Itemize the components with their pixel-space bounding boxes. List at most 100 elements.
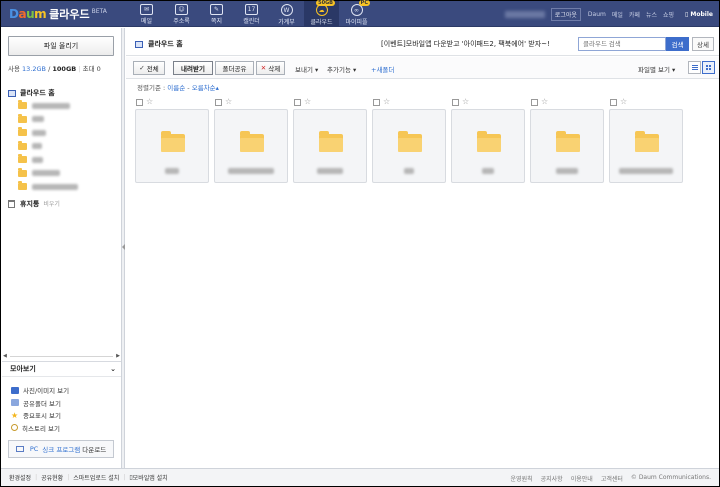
trash-item[interactable]: 휴지통 비우기 [8, 197, 118, 211]
tree-folder[interactable] [8, 126, 118, 140]
tree-folder[interactable] [8, 153, 118, 167]
collection-list: 사진/이미지 보기 공유폴더 보기 ★ 중요표시 보기 히스토리 보기 [2, 377, 121, 434]
nav-mypeople[interactable]: PC ∞ 마이피플 [339, 0, 374, 27]
search-button[interactable]: 검색 [666, 37, 689, 51]
sidebar-splitter[interactable] [122, 28, 125, 468]
delete-button[interactable]: ✕ 삭제 [256, 61, 285, 75]
nav-memo[interactable]: ✎ 쪽지 [199, 1, 234, 27]
folder-thumbnail[interactable] [214, 109, 288, 183]
trash-icon [8, 199, 15, 208]
collection-item-shared[interactable]: 공유폴더 보기 [11, 397, 121, 410]
star-outline-icon[interactable]: ☆ [225, 97, 232, 106]
share-folder-button[interactable]: 폴더공유 [215, 61, 254, 75]
folder-name-redacted [32, 170, 60, 177]
pc-sync-download-button[interactable]: PC 싱크 프로그램 다운로드 [8, 440, 114, 458]
sort-order-link[interactable]: 오름차순 [192, 84, 216, 92]
daum-cloud-logo[interactable]: Daum 클라우드 BETA [9, 7, 107, 21]
nav-cloud[interactable]: 50GB ☁ 클라우드 [304, 0, 339, 27]
download-button[interactable]: 내려받기 [173, 61, 213, 75]
folder-checkbox[interactable] [136, 99, 143, 106]
tree-folder[interactable] [8, 167, 118, 181]
folder-icon [18, 100, 27, 110]
collection-header[interactable]: 모아보기 ⌄ [2, 362, 121, 377]
scroll-left-icon[interactable]: ◀ [3, 353, 7, 359]
collection-item-photos[interactable]: 사진/이미지 보기 [11, 384, 121, 397]
nav-contacts[interactable]: ☺ 주소록 [164, 1, 199, 27]
upload-file-button[interactable]: 파일 올리기 [8, 36, 114, 56]
folder-thumbnail[interactable] [609, 109, 683, 183]
link-news[interactable]: 뉴스 [646, 10, 657, 19]
collection-item-starred[interactable]: ★ 중요표시 보기 [11, 409, 121, 422]
empty-trash-link[interactable]: 비우기 [43, 199, 60, 208]
folder-icon [398, 131, 422, 152]
folder-name [294, 168, 366, 174]
footer-share-status-link[interactable]: 공유현황 [41, 473, 63, 482]
chevron-down-icon[interactable]: ⌄ [110, 365, 116, 373]
select-all-button[interactable]: ✓ 전체 [133, 61, 165, 75]
footer-mobile-app-link[interactable]: 모바일앱 설치 [133, 473, 168, 482]
link-shopping[interactable]: 쇼핑 [663, 10, 674, 19]
footer-smart-upload-link[interactable]: 스마트업로드 설치 [73, 473, 119, 482]
folder-icon [18, 181, 27, 191]
folder-checkbox[interactable] [610, 99, 617, 106]
folder-checkbox[interactable] [452, 99, 459, 106]
collapse-arrow-icon[interactable] [122, 244, 125, 250]
mail-icon: ✉ [140, 4, 153, 15]
nav-wallet[interactable]: W 가계부 [269, 1, 304, 27]
tree-folder[interactable] [8, 180, 118, 194]
footer-guide-link[interactable]: 이용안내 [571, 474, 593, 483]
memo-icon: ✎ [210, 4, 223, 15]
sidebar-horizontal-scrollbar[interactable]: ◀ ▶ [3, 352, 120, 360]
star-outline-icon[interactable]: ☆ [146, 97, 153, 106]
breadcrumb-label[interactable]: 클라우드 홈 [148, 39, 183, 49]
star-outline-icon[interactable]: ☆ [383, 97, 390, 106]
folder-checkbox[interactable] [373, 99, 380, 106]
calendar-icon: 17 [245, 4, 258, 15]
link-daum[interactable]: Daum [588, 11, 606, 18]
sort-by-name-link[interactable]: 이름순 [167, 84, 185, 92]
event-banner-link[interactable]: [이벤트]모바일앱 다운받고 '아이패드2, 팩북에어' 받자~! [381, 39, 550, 49]
footer-notice-link[interactable]: 공지사항 [541, 474, 563, 483]
star-outline-icon[interactable]: ☆ [462, 97, 469, 106]
folder-thumbnail[interactable] [530, 109, 604, 183]
more-functions-menu[interactable]: 추가기능 ▾ [327, 64, 356, 74]
folder-icon [477, 131, 501, 152]
send-label: 보내기 [295, 66, 313, 74]
advanced-search-button[interactable]: 상세 [692, 37, 714, 51]
folder-thumbnail[interactable] [293, 109, 367, 183]
folder-thumbnail[interactable] [451, 109, 525, 183]
tree-folder[interactable] [8, 113, 118, 127]
scroll-right-icon[interactable]: ▶ [116, 353, 120, 359]
folder-checkbox[interactable] [531, 99, 538, 106]
new-folder-button[interactable]: +새폴더 [371, 64, 394, 74]
tree-folder[interactable] [8, 140, 118, 154]
link-mail[interactable]: 메일 [612, 10, 623, 19]
nav-mail[interactable]: ✉ 메일 [129, 1, 164, 27]
list-view-icon[interactable] [688, 61, 701, 74]
grid-view-icon[interactable] [702, 61, 715, 74]
tree-root-cloud-home[interactable]: 클라우드 홈 [8, 87, 118, 99]
folder-icon [556, 131, 580, 152]
mobile-link[interactable]: ▯ Mobile [685, 11, 713, 18]
tree-folder[interactable] [8, 99, 118, 113]
cloud-search-input[interactable] [578, 37, 666, 51]
folder-thumbnail[interactable] [135, 109, 209, 183]
logout-button[interactable]: 로그아웃 [550, 8, 581, 21]
folder-thumbnail[interactable] [372, 109, 446, 183]
folder-checkbox[interactable] [294, 99, 301, 106]
star-outline-icon[interactable]: ☆ [620, 97, 627, 106]
footer-left-links: 환경설정 | 공유현황 | 스마트업로드 설치 | ▯ 모바일앱 설치 [9, 473, 168, 482]
link-cafe[interactable]: 카페 [629, 10, 640, 19]
star-outline-icon[interactable]: ☆ [541, 97, 548, 106]
footer-policy-link[interactable]: 운영원칙 [511, 474, 533, 483]
view-by-file-menu[interactable]: 파일별 보기 ▾ [638, 64, 675, 74]
folder-name-redacted [32, 102, 70, 109]
nav-calendar[interactable]: 17 캘린더 [234, 1, 269, 27]
folder-checkbox[interactable] [215, 99, 222, 106]
footer-settings-link[interactable]: 환경설정 [9, 473, 31, 482]
collection-item-history[interactable]: 히스토리 보기 [11, 422, 121, 435]
footer-support-link[interactable]: 고객센터 [601, 474, 623, 483]
star-outline-icon[interactable]: ☆ [304, 97, 311, 106]
send-menu[interactable]: 보내기 ▾ [295, 64, 318, 74]
collection-item-label: 히스토리 보기 [22, 424, 60, 433]
